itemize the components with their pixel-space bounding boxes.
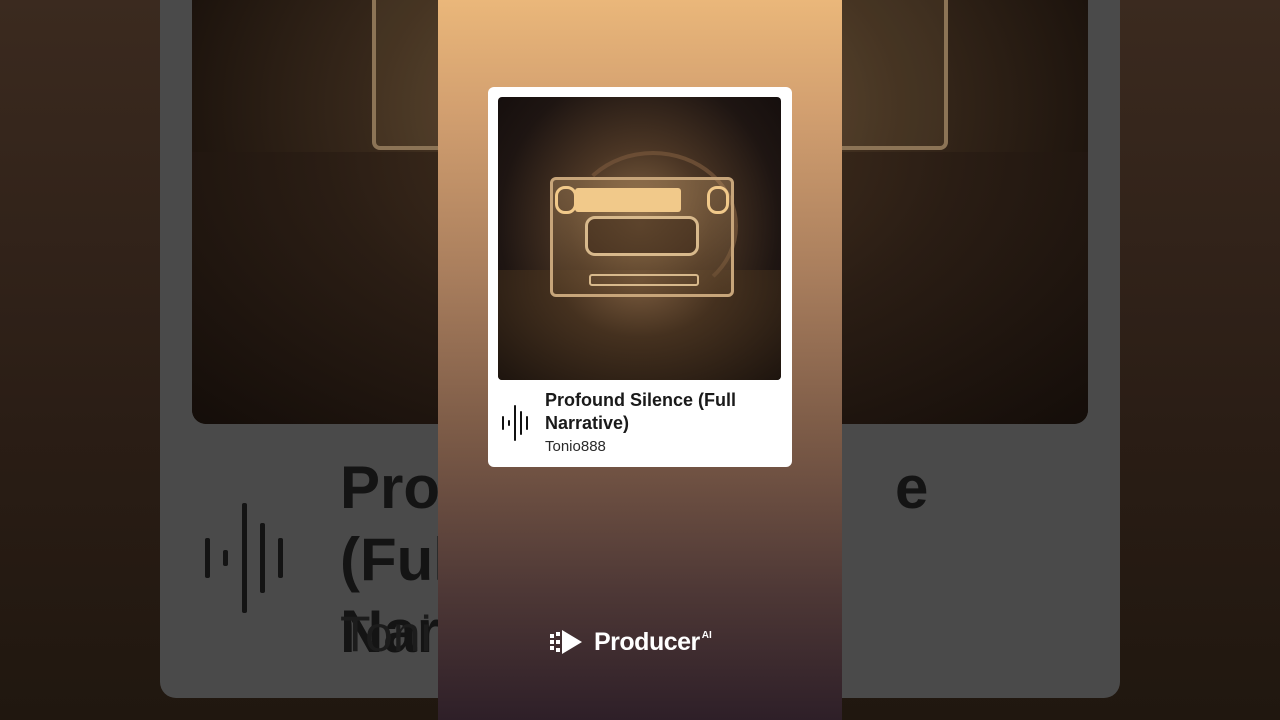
- producer-logo-icon: [550, 630, 582, 654]
- artist-name[interactable]: Tonio888: [545, 437, 606, 457]
- track-card[interactable]: Profound Silence (Full Narrative) Tonio8…: [488, 87, 792, 467]
- brand-name: Producer: [594, 627, 700, 656]
- cassette-tape-artwork: [498, 97, 781, 380]
- track-title: Profound Silence (Full Narrative): [545, 390, 737, 433]
- video-panel: Profound Silence (Full Narrative) Tonio8…: [438, 0, 842, 720]
- background-waveform-icon: [205, 500, 283, 616]
- producer-ai-brand: Producer AI: [550, 624, 712, 660]
- background-artist-name: Toni: [340, 606, 432, 662]
- waveform-icon: [502, 405, 528, 441]
- brand-superscript: AI: [701, 630, 712, 641]
